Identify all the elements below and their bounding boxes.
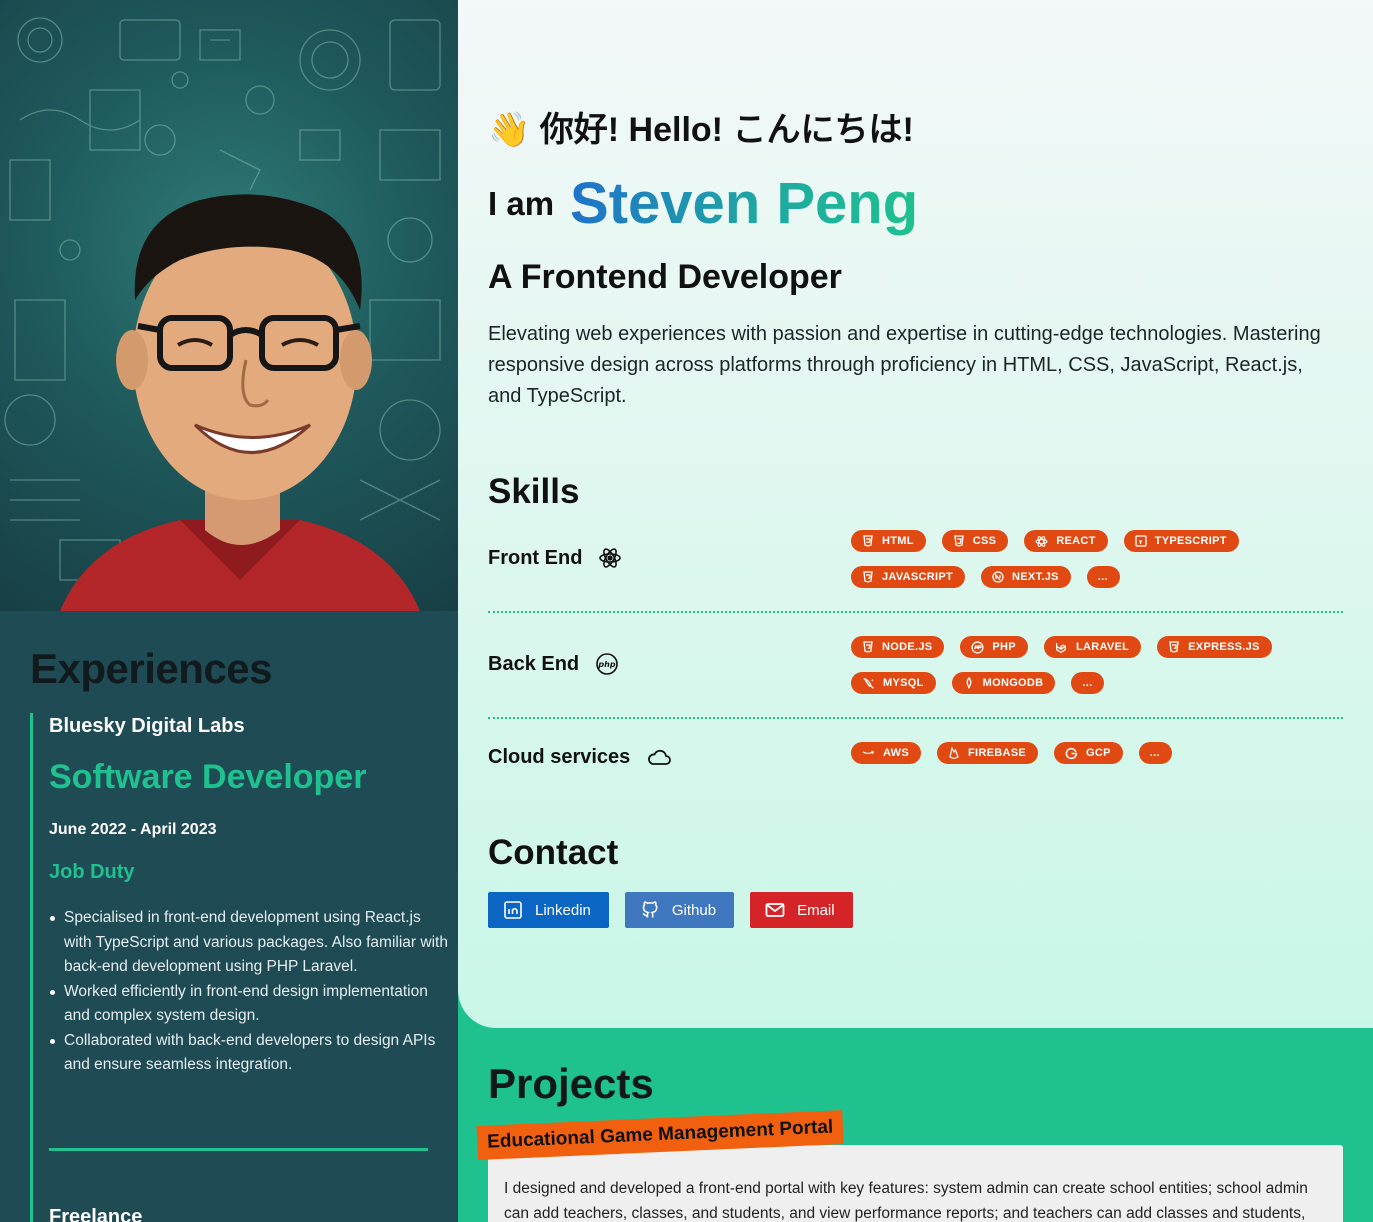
name-line: I am Steven Peng bbox=[488, 170, 918, 237]
cloud-icon bbox=[646, 747, 672, 769]
skill-tag: TYPESCRIPT bbox=[1123, 530, 1239, 552]
job-duty-heading: Job Duty bbox=[49, 861, 135, 883]
skill-tag: NODE.JS bbox=[851, 636, 945, 658]
react-icon bbox=[598, 546, 622, 570]
skill-group-name: Back End bbox=[488, 652, 580, 675]
skill-tag: GCP bbox=[1054, 742, 1123, 764]
job-title: A Frontend Developer bbox=[488, 258, 842, 296]
sidebar: Experiences Bluesky Digital Labs Softwar… bbox=[0, 0, 458, 1222]
linkedin-icon bbox=[504, 901, 522, 919]
svg-text:php: php bbox=[598, 660, 616, 669]
html-icon bbox=[863, 535, 873, 547]
experience-divider bbox=[49, 1147, 428, 1151]
mail-icon bbox=[765, 903, 785, 917]
skill-tags: AWS FIREBASE GCP ... bbox=[851, 742, 1341, 764]
typescript-icon bbox=[1135, 535, 1147, 547]
skill-tag: REACT bbox=[1024, 530, 1108, 552]
skill-tag: ... bbox=[1071, 672, 1105, 694]
aws-icon bbox=[862, 750, 875, 755]
skill-group-label: Cloud services bbox=[488, 746, 672, 769]
duty-item: Specialised in front-end development usi… bbox=[49, 906, 450, 980]
portrait-illustration bbox=[4, 17, 441, 611]
skill-tags: NODE.JS PHP LARAVEL EXPRESS.JS MYSQL MON… bbox=[851, 636, 1341, 694]
skill-tag: NEXT.JS bbox=[981, 566, 1071, 588]
skill-group-name: Cloud services bbox=[488, 746, 631, 768]
skill-tag: CSS bbox=[941, 530, 1009, 552]
mongodb-icon bbox=[966, 677, 972, 689]
iam-label: I am bbox=[488, 184, 555, 222]
contact-heading: Contact bbox=[488, 833, 619, 872]
company-name: Freelance bbox=[49, 1205, 143, 1222]
email-button[interactable]: Email bbox=[750, 892, 853, 928]
duty-item: Worked efficiently in front-end design i… bbox=[49, 980, 450, 1029]
developer-name: Steven Peng bbox=[570, 171, 919, 236]
skill-group-label: Back End php bbox=[488, 652, 619, 676]
skill-tag: JAVASCRIPT bbox=[851, 566, 966, 588]
javascript-icon bbox=[863, 571, 873, 583]
greeting: 👋 你好! Hello! こんにちは! bbox=[488, 111, 914, 149]
skill-group-label: Front End bbox=[488, 546, 622, 570]
google-icon bbox=[1065, 747, 1078, 759]
nextjs-icon bbox=[992, 571, 1004, 583]
github-label: Github bbox=[671, 901, 717, 919]
project-card[interactable]: I designed and developed a front-end por… bbox=[488, 1145, 1343, 1222]
php-icon bbox=[971, 640, 984, 654]
role-title: Software Developer bbox=[49, 758, 367, 796]
duty-list: Specialised in front-end development usi… bbox=[49, 906, 450, 1078]
skill-group-name: Front End bbox=[488, 546, 583, 569]
experience-item: Bluesky Digital Labs Software Developer … bbox=[30, 713, 450, 1222]
skill-tag: PHP bbox=[960, 636, 1028, 658]
experiences-heading: Experiences bbox=[30, 645, 273, 692]
express-icon bbox=[1169, 641, 1179, 653]
skill-tag: MONGODB bbox=[951, 672, 1056, 694]
skill-group-backend: Back End php NODE.JS PHP LARAVEL EXPRESS… bbox=[488, 636, 1343, 719]
mysql-icon bbox=[863, 677, 874, 689]
skill-group-frontend: Front End HTML CSS REACT TYPESCRIPT JAVA… bbox=[488, 530, 1343, 613]
skill-tag: LARAVEL bbox=[1043, 636, 1142, 658]
firebase-icon bbox=[949, 747, 959, 759]
github-button[interactable]: Github bbox=[624, 892, 735, 928]
employment-dates: June 2022 - April 2023 bbox=[49, 821, 217, 838]
projects-heading: Projects bbox=[488, 1060, 654, 1107]
skill-tag: EXPRESS.JS bbox=[1157, 636, 1272, 658]
skill-tag: FIREBASE bbox=[936, 742, 1038, 764]
skill-tag: MYSQL bbox=[851, 672, 936, 694]
project-description: I designed and developed a front-end por… bbox=[504, 1180, 1308, 1222]
profile-portrait bbox=[0, 0, 458, 611]
skill-group-cloud: Cloud services AWS FIREBASE GCP ... bbox=[488, 742, 1343, 782]
duty-item: Collaborated with back-end developers to… bbox=[49, 1029, 450, 1078]
skills-heading: Skills bbox=[488, 472, 580, 511]
email-label: Email bbox=[797, 901, 835, 919]
css-icon bbox=[954, 535, 964, 547]
skill-tag: ... bbox=[1086, 566, 1120, 588]
skill-tag: ... bbox=[1138, 742, 1172, 764]
hero-panel: 👋 你好! Hello! こんにちは! I am Steven Peng A F… bbox=[458, 0, 1373, 1028]
skill-tag: AWS bbox=[851, 742, 921, 764]
skill-tag: HTML bbox=[851, 530, 926, 552]
company-name: Bluesky Digital Labs bbox=[49, 715, 245, 737]
linkedin-label: Linkedin bbox=[535, 901, 591, 919]
intro-description: Elevating web experiences with passion a… bbox=[488, 323, 1321, 407]
experiences-section: Experiences Bluesky Digital Labs Softwar… bbox=[30, 611, 450, 1222]
linkedin-button[interactable]: Linkedin bbox=[488, 892, 609, 928]
contact-buttons: Linkedin Github Email bbox=[488, 892, 853, 928]
php-icon: php bbox=[595, 652, 619, 676]
github-icon bbox=[642, 901, 658, 918]
nodejs-icon bbox=[863, 641, 873, 653]
laravel-icon bbox=[1055, 642, 1066, 653]
react-icon bbox=[1035, 535, 1048, 547]
skill-tags: HTML CSS REACT TYPESCRIPT JAVASCRIPT NEX… bbox=[851, 530, 1341, 588]
